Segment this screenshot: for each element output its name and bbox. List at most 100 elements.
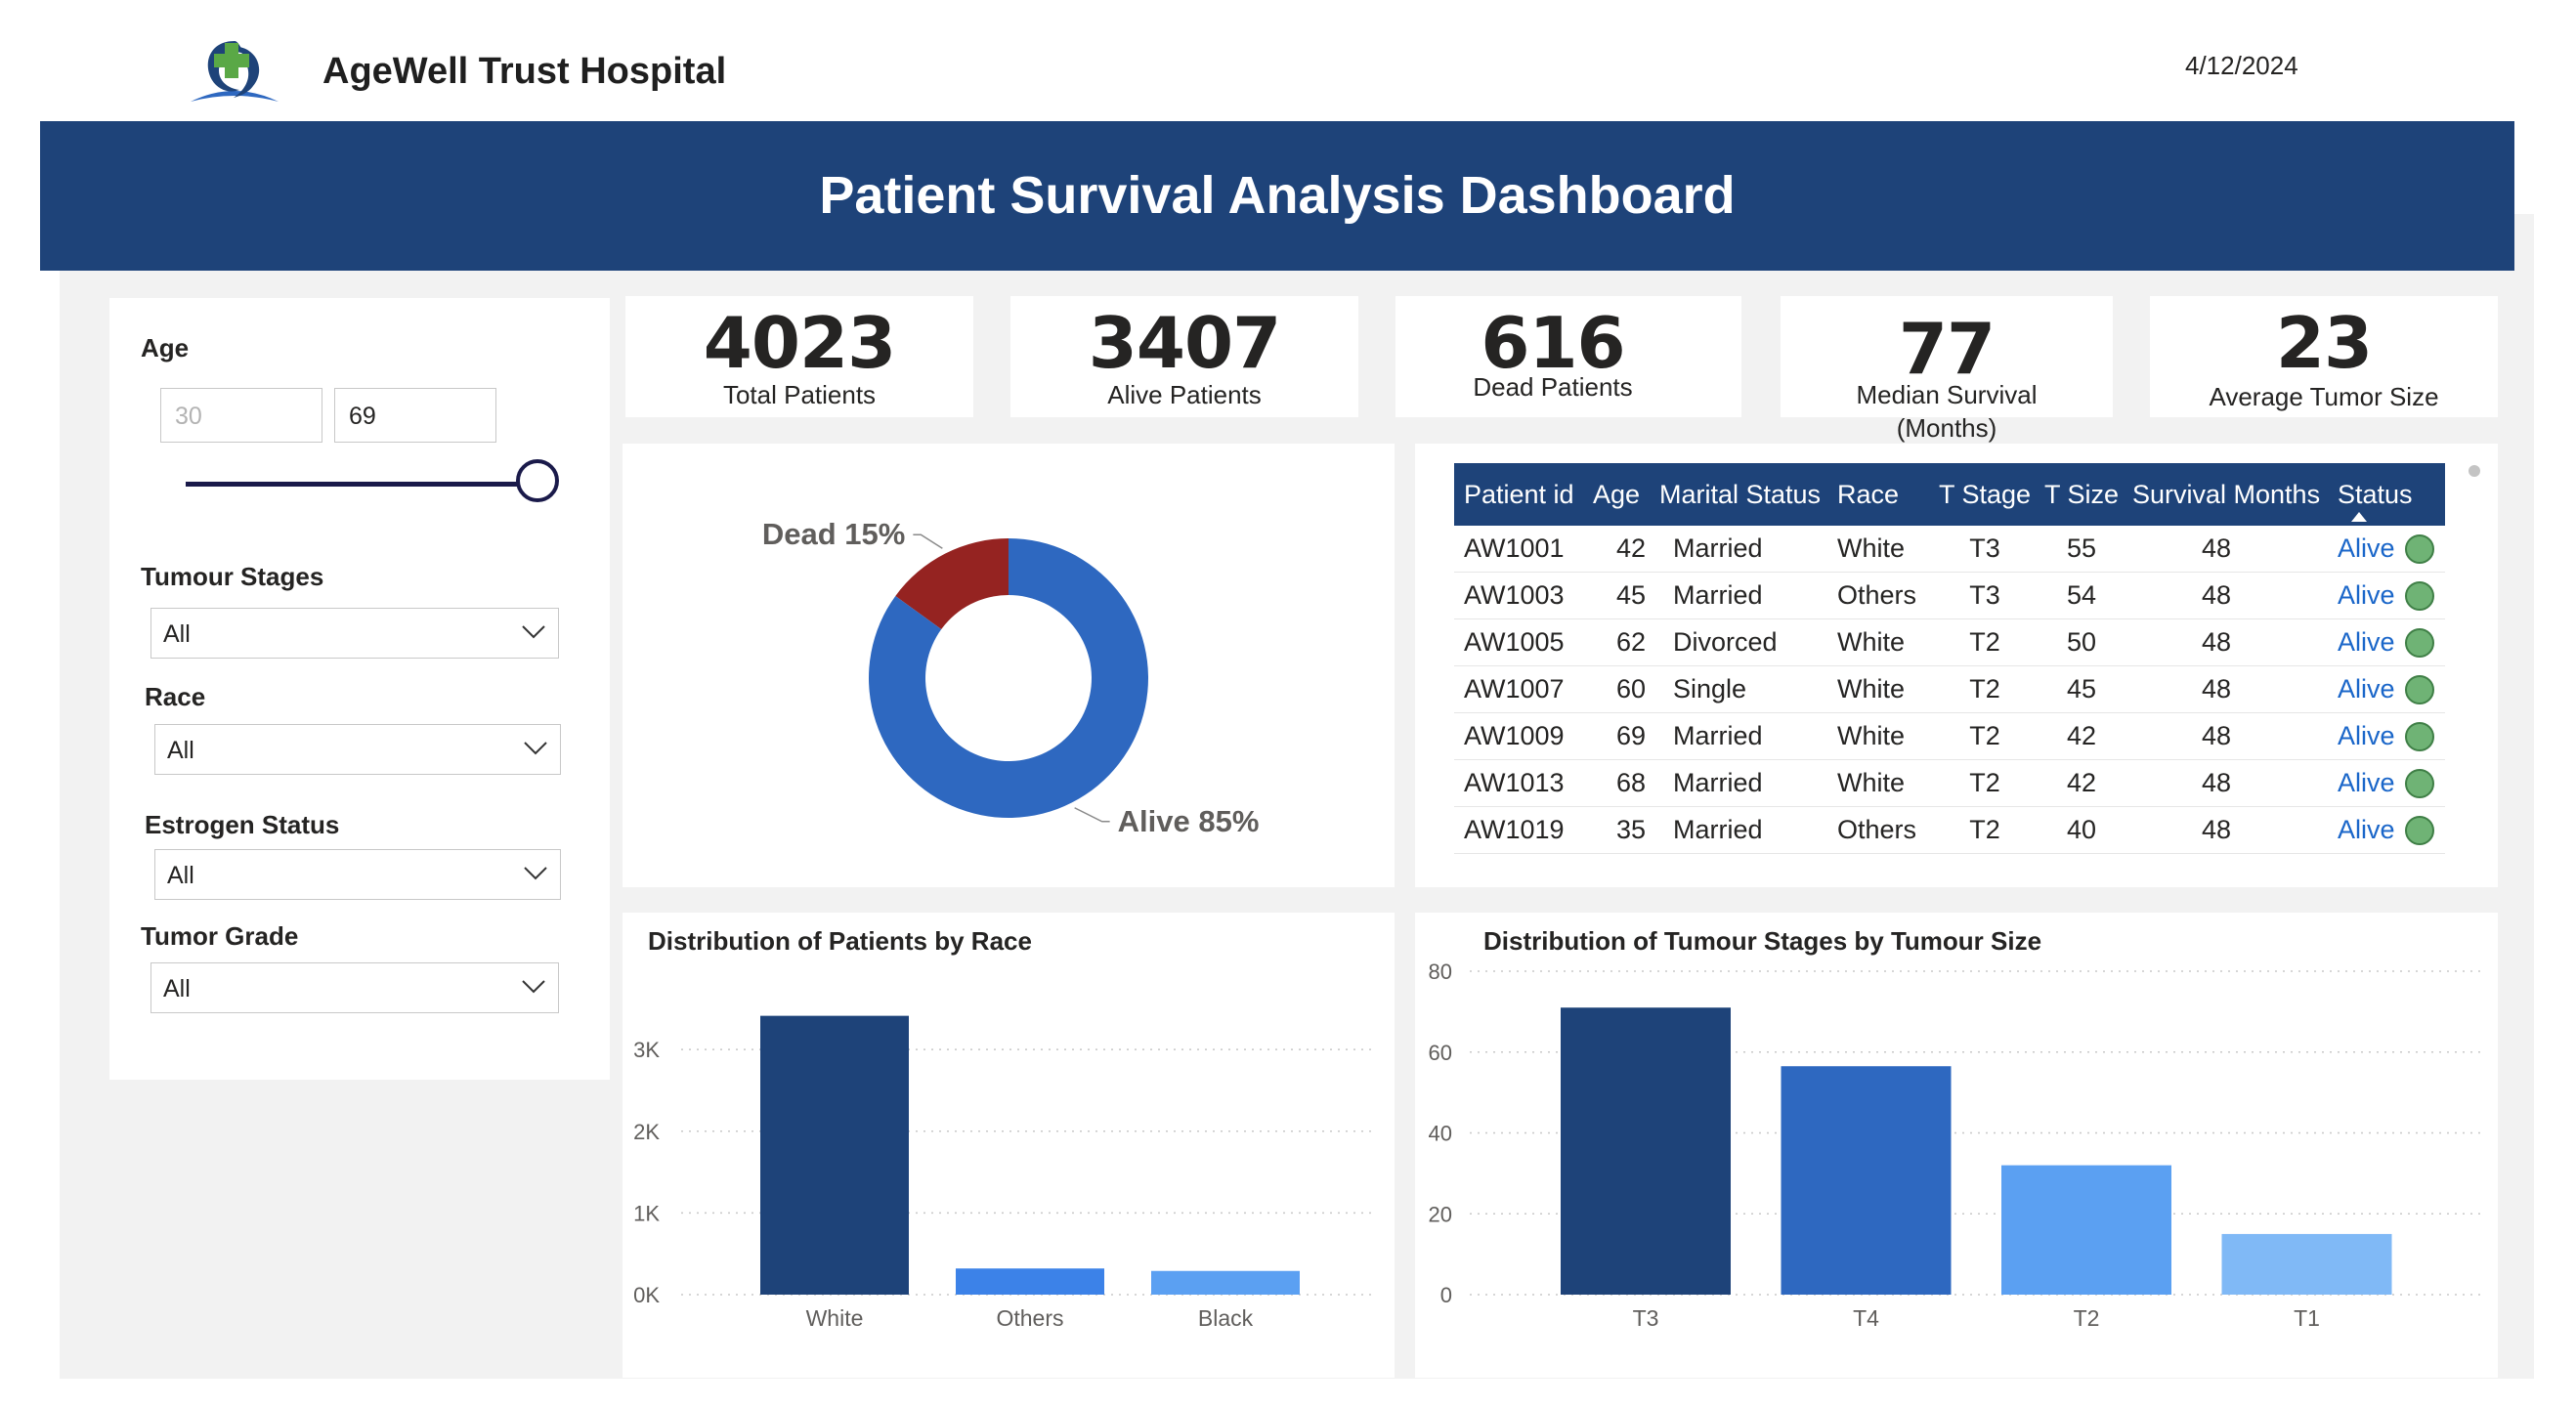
col-header-age[interactable]: Age (1593, 463, 1659, 526)
tumor-grade-filter-title: Tumor Grade (141, 921, 299, 951)
donut-leader-line (913, 533, 943, 549)
cell-t-stage: T2 (1939, 618, 2044, 666)
kpi-label-line2: (Months) (1896, 413, 1997, 443)
tumour-stages-value: All (163, 620, 191, 648)
table-row[interactable]: AW1003 45 Married Others T3 54 48 Alive (1454, 572, 2445, 619)
table-header-row: Patient id Age Marital Status Race T Sta… (1454, 463, 2445, 526)
kpi-card-average-tumor-size: 23 Average Tumor Size (2150, 296, 2498, 417)
cell-survival-months: 48 (2132, 572, 2338, 619)
age-slider-handle[interactable] (516, 459, 559, 502)
kpi-label: Median Survival (1856, 380, 2038, 409)
col-header-marital-status[interactable]: Marital Status (1659, 463, 1837, 526)
cell-marital-status: Married (1659, 526, 1837, 573)
col-header-t-size[interactable]: T Size (2044, 463, 2132, 526)
table-row[interactable]: AW1001 42 Married White T3 55 48 Alive (1454, 526, 2445, 573)
age-max-value: 69 (349, 403, 376, 430)
cell-marital-status: Divorced (1659, 618, 1837, 666)
race-chart-card: Distribution of Patients by Race 0K 1K 2K 3… (623, 913, 1395, 1378)
col-header-patient-id[interactable]: Patient id (1454, 463, 1593, 526)
table-row[interactable]: AW1013 68 Married White T2 42 48 Alive (1454, 759, 2445, 807)
cell-survival-months: 48 (2132, 665, 2338, 713)
cell-status: Alive (2338, 572, 2445, 619)
bar-black[interactable] (1151, 1270, 1300, 1295)
table-row[interactable]: AW1007 60 Single White T2 45 48 Alive (1454, 665, 2445, 713)
cell-age: 35 (1593, 806, 1659, 854)
cell-patient-id: AW1019 (1454, 806, 1593, 854)
age-min-input[interactable]: 30 (160, 388, 322, 443)
status-text: Alive (2338, 533, 2395, 563)
cell-status: Alive (2338, 712, 2445, 760)
patient-table: Patient id Age Marital Status Race T Sta… (1454, 463, 2445, 854)
cell-age: 60 (1593, 665, 1659, 713)
cell-t-stage: T2 (1939, 712, 2044, 760)
x-tick-label: T4 (1853, 1305, 1879, 1331)
bar-others[interactable] (956, 1268, 1104, 1295)
x-tick-label: Black (1198, 1305, 1254, 1331)
tumour-stages-filter-title: Tumour Stages (141, 562, 324, 591)
table-scrollbar[interactable] (2469, 465, 2480, 477)
tumor-grade-dropdown[interactable]: All (150, 962, 559, 1013)
bar-white[interactable] (760, 1015, 909, 1295)
race-dropdown[interactable]: All (154, 724, 561, 775)
chevron-down-icon (522, 625, 545, 639)
estrogen-status-dropdown[interactable]: All (154, 849, 561, 900)
cell-patient-id: AW1001 (1454, 526, 1593, 573)
col-header-survival-months[interactable]: Survival Months (2132, 463, 2338, 526)
kpi-value: 4023 (703, 302, 896, 384)
cell-status: Alive (2338, 759, 2445, 807)
age-max-input[interactable]: 69 (334, 388, 496, 443)
cell-status: Alive (2338, 806, 2445, 854)
cell-patient-id: AW1005 (1454, 618, 1593, 666)
kpi-label: Average Tumor Size (2209, 382, 2439, 411)
tumour-stages-dropdown[interactable]: All (150, 608, 559, 659)
cell-age: 45 (1593, 572, 1659, 619)
cell-status: Alive (2338, 665, 2445, 713)
tumour-bar-chart: 0 20 40 60 80 T3 T4 T2 T1 (1429, 959, 2480, 1331)
table-row[interactable]: AW1019 35 Married Others T2 40 48 Alive (1454, 806, 2445, 854)
estrogen-status-filter-title: Estrogen Status (145, 810, 340, 839)
cell-marital-status: Married (1659, 712, 1837, 760)
report-date: 4/12/2024 (2185, 51, 2298, 80)
hospital-logo-icon (191, 41, 279, 102)
col-header-t-stage[interactable]: T Stage (1939, 463, 2044, 526)
race-bar-chart: 0K 1K 2K 3K White Others Black (633, 1015, 1375, 1331)
bar-t2[interactable] (2001, 1165, 2171, 1295)
donut-label-alive: Alive 85% (1118, 804, 1260, 838)
race-filter-title: Race (145, 682, 206, 711)
status-indicator-icon (2404, 675, 2434, 705)
cell-age: 68 (1593, 759, 1659, 807)
age-slider-track[interactable] (186, 482, 541, 487)
title-banner: Patient Survival Analysis Dashboard (40, 121, 2514, 271)
status-indicator-icon (2404, 581, 2434, 612)
x-tick-label: T3 (1633, 1305, 1659, 1331)
col-header-status[interactable]: Status (2338, 463, 2445, 526)
cell-marital-status: Married (1659, 572, 1837, 619)
kpi-label: Alive Patients (1107, 380, 1262, 409)
bar-t1[interactable] (2221, 1233, 2392, 1295)
cell-race: White (1837, 759, 1939, 807)
status-indicator-icon (2404, 628, 2434, 659)
cell-status: Alive (2338, 618, 2445, 666)
kpi-value: 3407 (1088, 302, 1281, 384)
cell-survival-months: 48 (2132, 526, 2338, 573)
cell-t-stage: T2 (1939, 806, 2044, 854)
bar-t3[interactable] (1561, 1007, 1731, 1295)
age-min-value: 30 (175, 403, 202, 430)
cell-patient-id: AW1009 (1454, 712, 1593, 760)
col-header-race[interactable]: Race (1837, 463, 1939, 526)
status-indicator-icon (2404, 534, 2434, 565)
cell-t-size: 40 (2044, 806, 2132, 854)
chevron-down-icon (524, 742, 547, 755)
cell-age: 69 (1593, 712, 1659, 760)
bar-t4[interactable] (1781, 1066, 1952, 1295)
cell-t-size: 50 (2044, 618, 2132, 666)
cell-marital-status: Single (1659, 665, 1837, 713)
chevron-down-icon (524, 867, 547, 880)
cell-survival-months: 48 (2132, 806, 2338, 854)
kpi-value: 23 (2275, 302, 2373, 384)
table-row[interactable]: AW1005 62 Divorced White T2 50 48 Alive (1454, 618, 2445, 666)
table-row[interactable]: AW1009 69 Married White T2 42 48 Alive (1454, 712, 2445, 760)
cell-race: White (1837, 618, 1939, 666)
y-tick-label: 2K (633, 1120, 660, 1144)
filter-panel: Age 30 69 Tumour Stages All Race All Est… (109, 298, 610, 1080)
